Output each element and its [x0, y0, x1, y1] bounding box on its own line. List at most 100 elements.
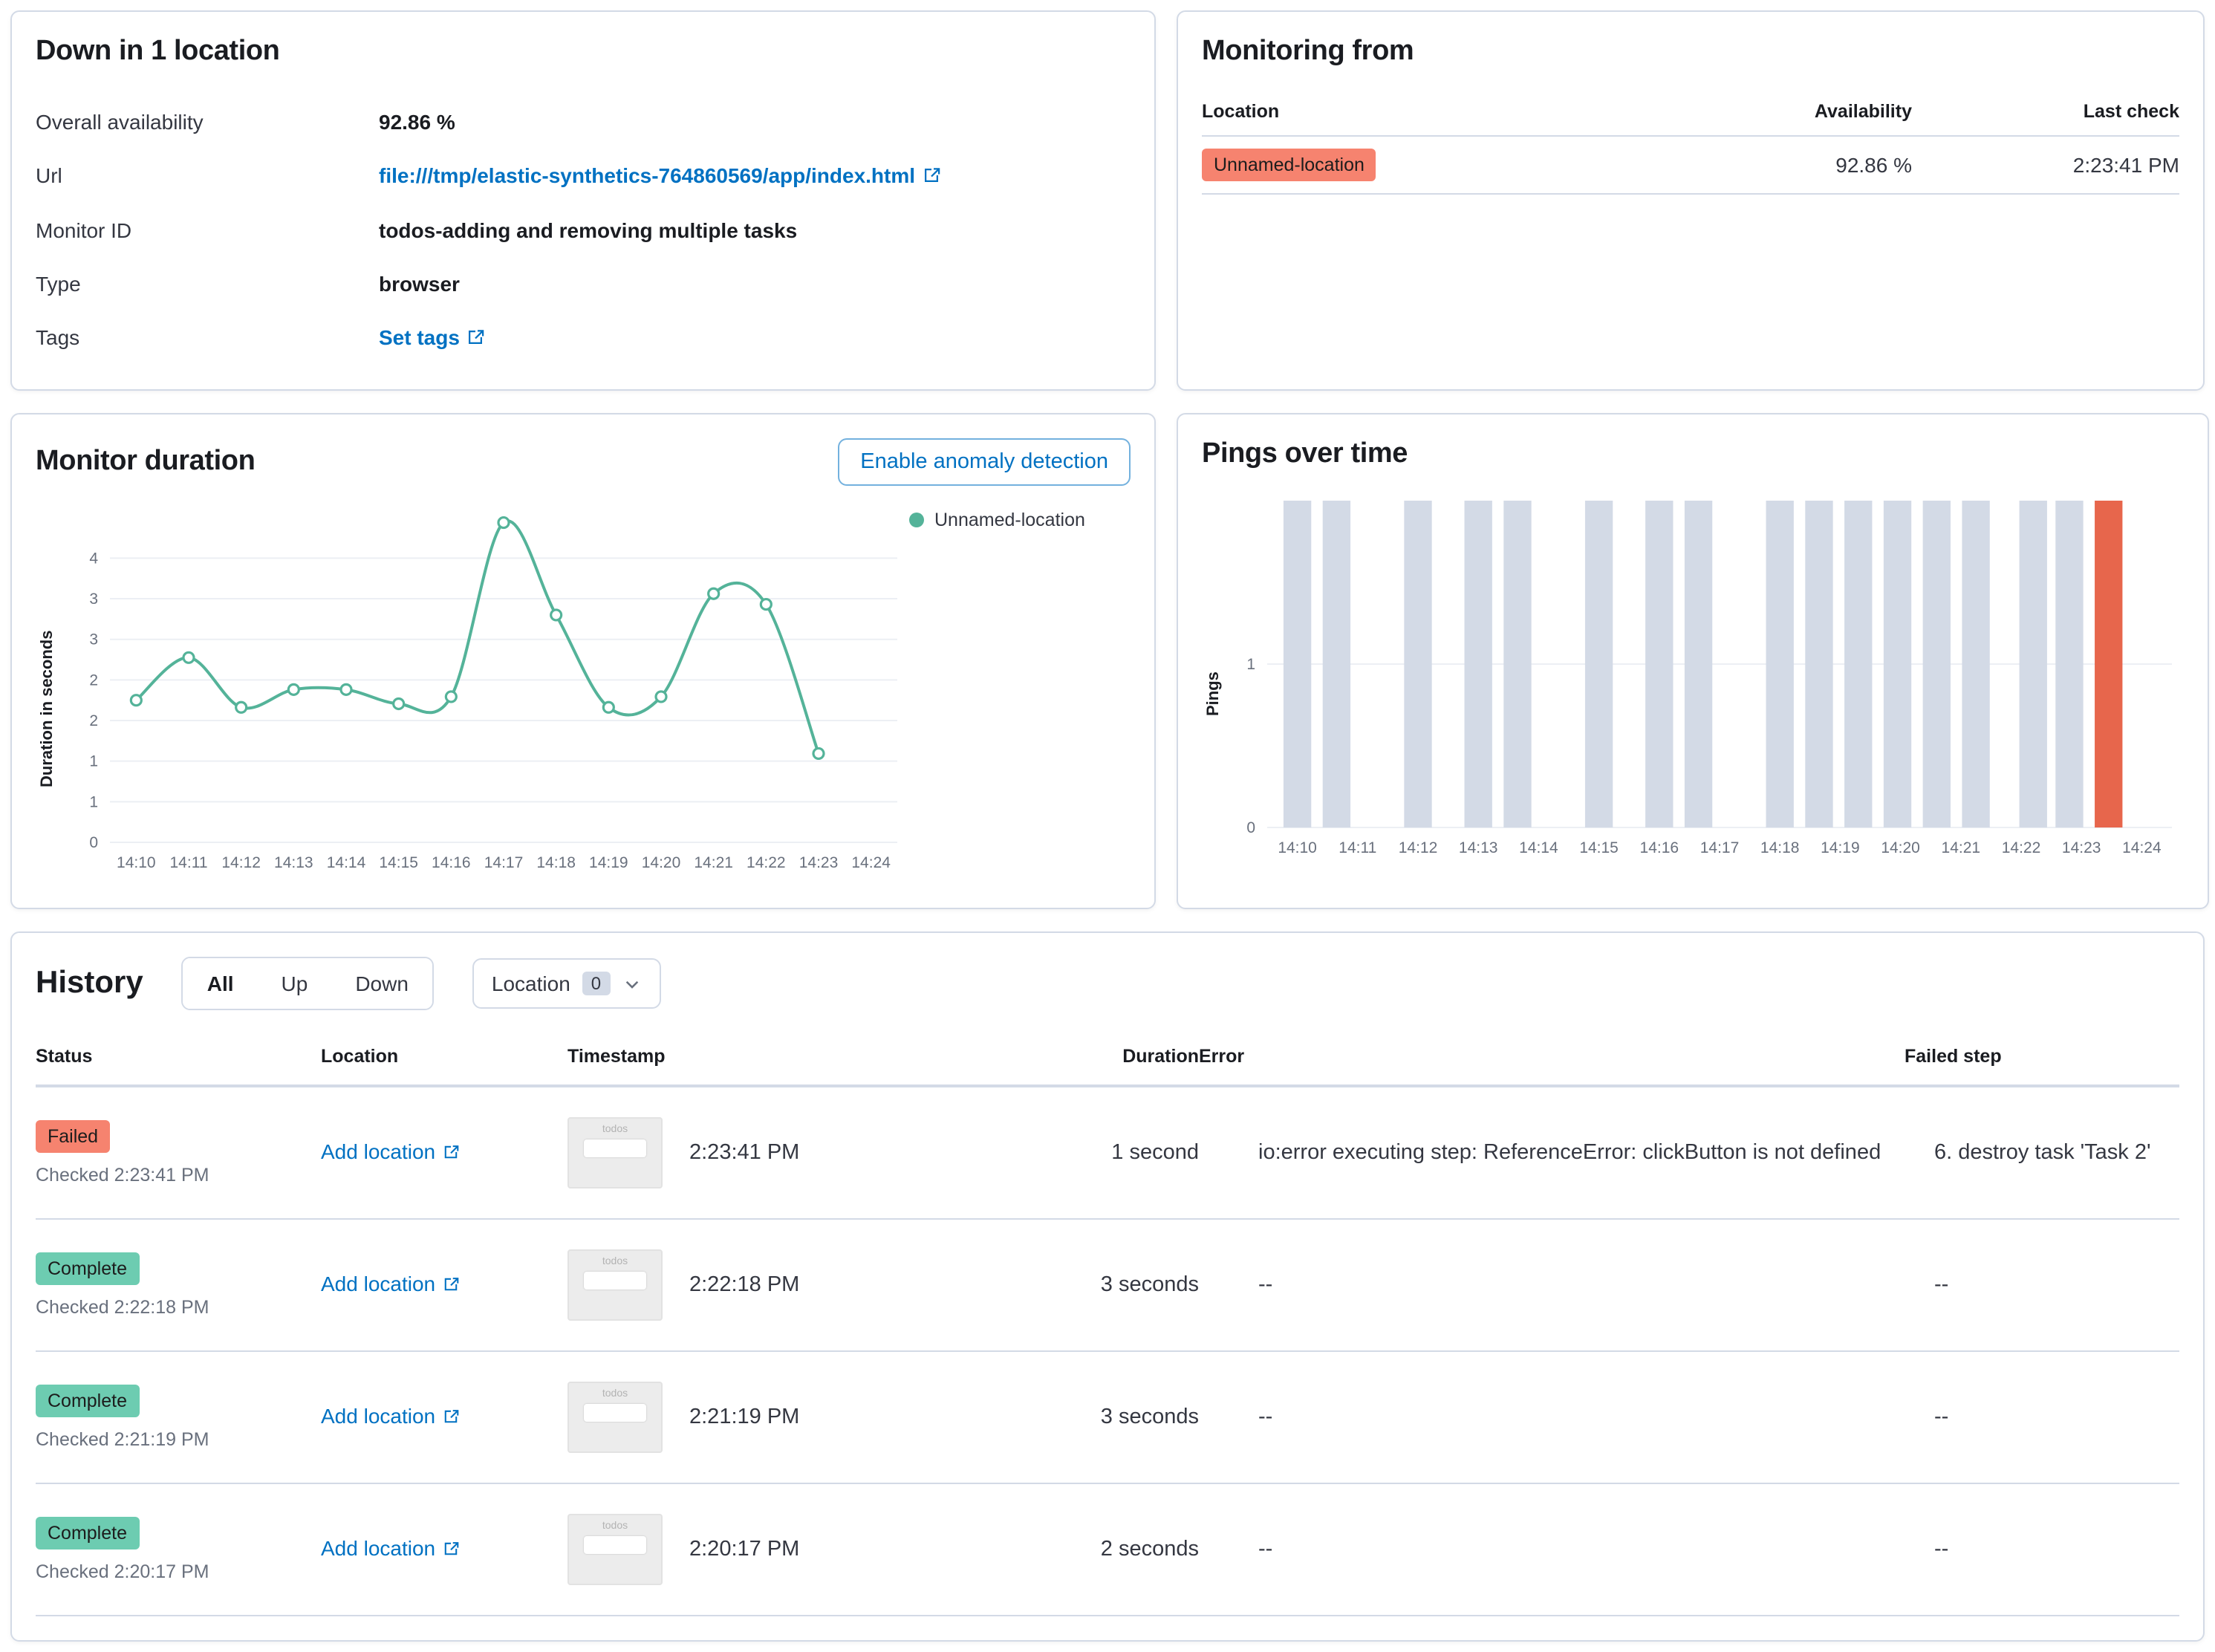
step-screenshot-thumbnail[interactable]: todos: [567, 1117, 663, 1189]
svg-text:14:23: 14:23: [799, 854, 839, 871]
svg-text:14:12: 14:12: [1399, 839, 1438, 856]
step-screenshot-thumbnail[interactable]: todos: [567, 1514, 663, 1586]
column-header-last-check: Last check: [1912, 89, 2179, 137]
thumbnail-content: [584, 1272, 646, 1290]
chevron-down-icon: [622, 974, 641, 993]
location-filter-label: Location: [491, 972, 570, 995]
failed-step-value: 6. destroy task 'Task 2': [1934, 1141, 2151, 1165]
filter-up-button[interactable]: Up: [257, 958, 332, 1009]
add-location-link[interactable]: Add location: [321, 1272, 459, 1295]
failed-step-value: --: [1934, 1538, 1949, 1562]
checked-timestamp: Checked 2:21:19 PM: [36, 1429, 209, 1451]
svg-text:14:18: 14:18: [536, 854, 576, 871]
duration-value: 3 seconds: [1100, 1405, 1199, 1430]
pings-over-time-panel: Pings over time Pings 0 1 14:10 14:11 14:12 1…: [1177, 413, 2209, 909]
history-table: Status Location Timestamp Duration Error…: [36, 1034, 2179, 1617]
history-row: Failed Checked 2:23:41 PM Add location t…: [36, 1086, 2179, 1218]
legend-label: Unnamed-location: [934, 510, 1085, 530]
step-screenshot-thumbnail[interactable]: todos: [567, 1382, 663, 1454]
history-panel: History All Up Down Location 0 Status Lo…: [10, 931, 2205, 1642]
field-monitor-id: Monitor ID todos-adding and removing mul…: [36, 204, 1131, 257]
status-cell: Complete Checked 2:20:17 PM: [36, 1517, 321, 1582]
column-header-status: Status: [36, 1046, 93, 1067]
set-tags-link[interactable]: Set tags: [379, 325, 485, 349]
external-link-icon: [923, 165, 940, 189]
thumbnail-content: [584, 1404, 646, 1422]
timestamp-value: 2:21:19 PM: [689, 1405, 800, 1430]
svg-text:1: 1: [1246, 656, 1255, 673]
status-cell: Complete Checked 2:22:18 PM: [36, 1252, 321, 1318]
status-cell: Complete Checked 2:21:19 PM: [36, 1385, 321, 1450]
field-type: Type browser: [36, 257, 1131, 310]
error-value: io:error executing step: ReferenceError:…: [1258, 1140, 1881, 1165]
pings-y-axis-label: Pings: [1205, 671, 1223, 716]
thumbnail-content: [584, 1139, 646, 1158]
column-header-location: Location: [1202, 89, 1615, 137]
failed-step-value: --: [1934, 1405, 1949, 1430]
status-badge: Complete: [36, 1252, 139, 1286]
field-label: Overall availability: [36, 110, 204, 134]
svg-text:14:17: 14:17: [1700, 839, 1740, 856]
column-header-timestamp: Timestamp: [567, 1046, 666, 1067]
filter-all-button[interactable]: All: [183, 958, 258, 1009]
monitor-details-list: Overall availability 92.86 % Url file://…: [36, 95, 1131, 365]
enable-anomaly-detection-button[interactable]: Enable anomaly detection: [838, 438, 1131, 486]
svg-text:3: 3: [89, 591, 98, 608]
svg-text:14:19: 14:19: [1821, 839, 1860, 856]
duration-y-axis-label: Duration in seconds: [39, 630, 56, 787]
duration-value: 2 seconds: [1100, 1538, 1199, 1562]
location-filter-dropdown[interactable]: Location 0: [472, 958, 661, 1009]
checked-timestamp: Checked 2:20:17 PM: [36, 1561, 209, 1583]
external-link-icon: [467, 327, 485, 351]
timestamp-value: 2:23:41 PM: [689, 1141, 800, 1165]
legend-dot-icon: [909, 513, 924, 527]
timestamp-value: 2:20:17 PM: [689, 1538, 800, 1562]
status-panel-title: Down in 1 location: [36, 36, 280, 67]
status-badge: Failed: [36, 1120, 111, 1154]
failed-step-value: --: [1934, 1273, 1949, 1298]
error-value: --: [1258, 1272, 1273, 1297]
monitor-duration-title: Monitor duration: [36, 446, 256, 477]
field-label: Type: [36, 272, 81, 296]
step-screenshot-thumbnail[interactable]: todos: [567, 1249, 663, 1321]
monitor-url-link[interactable]: file:///tmp/elastic-synthetics-764860569…: [379, 163, 940, 187]
legend-item-unnamed-location[interactable]: Unnamed-location: [909, 495, 1129, 884]
field-tags: Tags Set tags: [36, 310, 1131, 365]
monitor-duration-panel: Monitor duration Enable anomaly detectio…: [10, 413, 1156, 909]
top-row: Down in 1 location Overall availability …: [10, 10, 2205, 391]
thumbnail-content: [584, 1536, 646, 1555]
field-label: Url: [36, 163, 62, 187]
svg-text:14:21: 14:21: [1942, 839, 1981, 856]
svg-text:14:20: 14:20: [1881, 839, 1920, 856]
svg-text:14:13: 14:13: [274, 854, 313, 871]
field-label: Monitor ID: [36, 218, 132, 242]
error-value: --: [1258, 1405, 1273, 1429]
add-location-link[interactable]: Add location: [321, 1139, 459, 1163]
filter-down-button[interactable]: Down: [331, 958, 432, 1009]
add-location-link[interactable]: Add location: [321, 1404, 459, 1428]
add-location-link[interactable]: Add location: [321, 1536, 459, 1560]
svg-text:14:20: 14:20: [642, 854, 681, 871]
field-overall-availability: Overall availability 92.86 %: [36, 95, 1131, 149]
last-check-value: 2:23:41 PM: [1912, 136, 2179, 195]
external-link-icon: [443, 1538, 459, 1561]
availability-value: 92.86 %: [1615, 136, 1912, 195]
duration-value: 3 seconds: [1100, 1273, 1199, 1298]
external-link-icon: [443, 1141, 459, 1165]
svg-text:0: 0: [1246, 819, 1255, 836]
svg-text:14:11: 14:11: [170, 854, 208, 871]
external-link-icon: [443, 1273, 459, 1297]
monitor-duration-chart: 0 1 1 2 2 3 3 4 14:10 14:11 14:12 14:13 14:14 14:15 14…: [89, 516, 897, 871]
status-badge: Complete: [36, 1385, 139, 1418]
monitoring-from-panel: Monitoring from Location Availability La…: [1177, 10, 2205, 391]
column-header-location: Location: [321, 1046, 399, 1067]
svg-text:14:19: 14:19: [589, 854, 628, 871]
monitoring-from-table: Location Availability Last check Unnamed…: [1202, 89, 2179, 195]
svg-text:14:18: 14:18: [1760, 839, 1800, 856]
svg-text:14:10: 14:10: [1278, 839, 1317, 856]
svg-text:14:10: 14:10: [117, 854, 156, 871]
monitoring-from-title: Monitoring from: [1202, 36, 1414, 67]
svg-text:14:14: 14:14: [327, 854, 366, 871]
duration-value: 1 second: [1111, 1141, 1199, 1165]
location-status-badge[interactable]: Unnamed-location: [1202, 149, 1376, 181]
